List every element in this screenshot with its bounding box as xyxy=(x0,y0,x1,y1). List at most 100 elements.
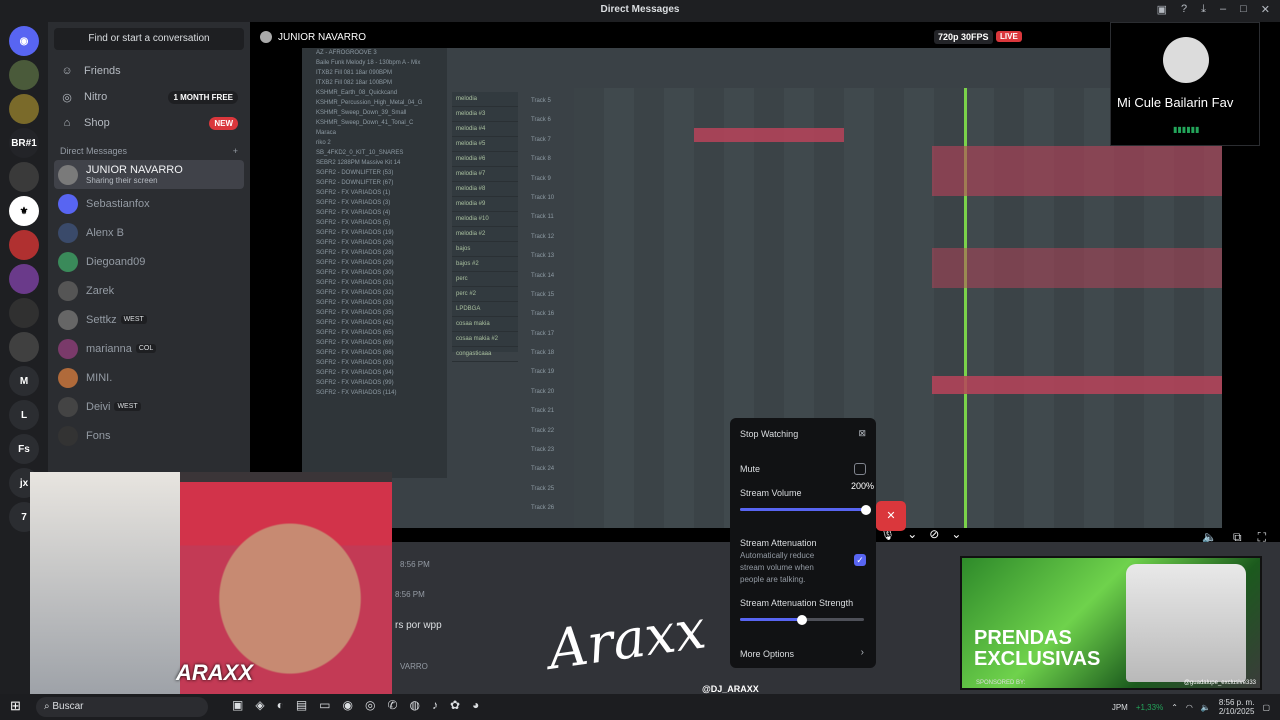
server-label: jx xyxy=(19,477,29,489)
attenuation-strength-fill xyxy=(740,618,802,621)
start-icon[interactable]: ⊞ xyxy=(10,698,21,714)
dm-item[interactable]: Sebastianfox xyxy=(48,189,250,218)
nav-friends[interactable]: ☺ Friends xyxy=(48,58,250,84)
minimize-icon[interactable]: – xyxy=(1220,3,1226,16)
mute-checkbox[interactable] xyxy=(854,463,866,475)
folder-icon[interactable]: ▭ xyxy=(319,698,330,712)
chevron-down-icon[interactable]: ⌄ xyxy=(907,527,917,541)
taskbar-search[interactable]: ⌕ Buscar xyxy=(36,697,208,717)
nav-shop[interactable]: ⌂ Shop NEW xyxy=(48,110,250,136)
find-conversation-button[interactable]: Find or start a conversation xyxy=(54,28,244,50)
tiktok-icon[interactable]: ♪ xyxy=(432,698,438,712)
server-avatar[interactable]: ⚜ xyxy=(9,196,39,226)
inbox-icon[interactable]: ▣ xyxy=(1157,3,1167,16)
dm-item[interactable]: Zarek xyxy=(48,276,250,305)
new-badge: NEW xyxy=(209,116,238,130)
dm-item[interactable]: Settkz WEST xyxy=(48,305,250,334)
store-icon[interactable]: ▤ xyxy=(296,698,307,712)
attenuation-strength-handle[interactable] xyxy=(797,615,807,625)
browser-item: SGFR2 - FX VARIADOS (30) xyxy=(316,270,394,276)
help-icon[interactable]: ? xyxy=(1181,3,1187,16)
server-label: 7 xyxy=(21,511,27,523)
dm-item[interactable]: Alenx B xyxy=(48,218,250,247)
track-label: Track 8 xyxy=(531,156,551,163)
server-avatar[interactable] xyxy=(9,264,39,294)
home-button[interactable]: ◉ xyxy=(9,26,39,56)
nav-label: Nitro xyxy=(84,91,108,103)
volume-slider-handle[interactable] xyxy=(861,505,871,515)
pattern-item: melodia #8 xyxy=(452,182,518,197)
avatar xyxy=(58,309,78,330)
dm-item[interactable]: MINI. xyxy=(48,363,250,392)
dm-item[interactable]: Fons xyxy=(48,421,250,450)
volume-icon[interactable]: 🔈 xyxy=(1201,703,1211,712)
message-timestamp: 8:56 PM xyxy=(400,560,430,569)
wifi-icon[interactable]: ◠ xyxy=(1186,703,1193,712)
stop-stream-button[interactable]: ✕ xyxy=(876,501,906,531)
server-avatar[interactable] xyxy=(9,332,39,362)
copilot-icon[interactable]: ◈ xyxy=(255,698,264,712)
download-icon[interactable]: ⤓ xyxy=(1201,3,1206,16)
stream-volume-label: Stream Volume xyxy=(740,488,802,498)
dm-item[interactable]: JUNIOR NAVARRO Sharing their screen xyxy=(54,160,244,189)
pattern-item: melodia #10 xyxy=(452,212,518,227)
clock-date: 2/10/2025 xyxy=(1218,707,1255,716)
discord-icon[interactable]: ◕ xyxy=(472,698,479,712)
dm-name: Sebastianfox xyxy=(86,197,150,210)
server-l[interactable]: L xyxy=(9,400,39,430)
chevron-up-icon[interactable]: ⌃ xyxy=(1171,703,1178,712)
server-br1[interactable]: BR#1 xyxy=(9,128,39,158)
notification-icon[interactable]: ▢ xyxy=(1262,703,1270,712)
server-avatar[interactable] xyxy=(9,60,39,90)
edge-icon[interactable]: ◐ xyxy=(277,698,284,712)
audio-clip xyxy=(694,128,844,142)
close-icon[interactable]: ✕ xyxy=(1261,3,1270,16)
maximize-icon[interactable]: □ xyxy=(1240,3,1247,16)
window-title: Direct Messages xyxy=(600,4,680,15)
pattern-item: bajos #2 xyxy=(452,257,518,272)
track-label: Track 23 xyxy=(531,447,555,454)
server-avatar[interactable] xyxy=(9,162,39,192)
more-options-item[interactable]: More Options xyxy=(740,649,794,659)
server-avatar[interactable] xyxy=(9,94,39,124)
browser-item: SGFR2 - FX VARIADOS (69) xyxy=(316,340,394,346)
track-label: Track 12 xyxy=(531,233,555,240)
fl-studio-icon[interactable]: ✿ xyxy=(450,698,460,712)
browser-item: SGFR2 - FX VARIADOS (114) xyxy=(316,390,397,396)
person-wave-icon: ☺ xyxy=(61,65,73,77)
chevron-down-icon[interactable]: ⌄ xyxy=(951,527,961,541)
social-handle: @DJ_ARAXX xyxy=(702,684,759,694)
track-label: Track 18 xyxy=(531,350,555,357)
pattern-item: perc xyxy=(452,272,518,287)
plus-icon[interactable]: + xyxy=(233,146,238,156)
araxx-logo: ARAXX xyxy=(176,660,254,685)
chrome-icon[interactable]: ◉ xyxy=(343,698,353,712)
server-fs[interactable]: Fs xyxy=(9,434,39,464)
ad-headline-line: EXCLUSIVAS xyxy=(974,648,1101,670)
taskbar-apps: ▣ ◈ ◐ ▤ ▭ ◉ ◎ ✆ ◍ ♪ ✿ ◕ xyxy=(232,698,479,712)
stop-watching-icon[interactable]: ⊠ xyxy=(858,428,866,439)
attenuation-checkbox[interactable]: ✓ xyxy=(854,554,866,566)
clock[interactable]: 8:56 p. m. 2/10/2025 xyxy=(1219,698,1255,716)
dm-item[interactable]: Deivi WEST xyxy=(48,392,250,421)
task-view-icon[interactable]: ▣ xyxy=(232,698,243,712)
browser-item: SB_4FKD2_0_KIT_10_SNARES xyxy=(316,150,404,156)
dm-status: Sharing their screen xyxy=(86,176,158,185)
camera-off-icon[interactable]: ⊘ xyxy=(929,527,939,541)
server-avatar[interactable] xyxy=(9,230,39,260)
ticker-change: +1,33% xyxy=(1135,702,1164,712)
stop-watching-item[interactable]: Stop Watching xyxy=(740,429,798,439)
server-avatar[interactable] xyxy=(9,298,39,328)
browser-icon[interactable]: ◎ xyxy=(365,698,375,712)
nav-label: Shop xyxy=(84,117,110,129)
dm-item[interactable]: Diegoand09 xyxy=(48,247,250,276)
server-m[interactable]: M xyxy=(9,366,39,396)
browser-item: SGFR2 - FX VARIADOS (5) xyxy=(316,220,391,226)
dm-name: Settkz xyxy=(86,313,117,326)
whatsapp-icon[interactable]: ✆ xyxy=(387,698,397,712)
nav-nitro[interactable]: ◎ Nitro 1 MONTH FREE xyxy=(48,84,250,110)
app-icon[interactable]: ◍ xyxy=(410,698,420,712)
quality-badge: 720p 30FPS xyxy=(934,30,993,44)
dm-item[interactable]: marianna COL xyxy=(48,334,250,363)
pip-video[interactable]: Mi Cule Bailarin Fav ▮▮▮▮▮▮ xyxy=(1110,22,1260,146)
